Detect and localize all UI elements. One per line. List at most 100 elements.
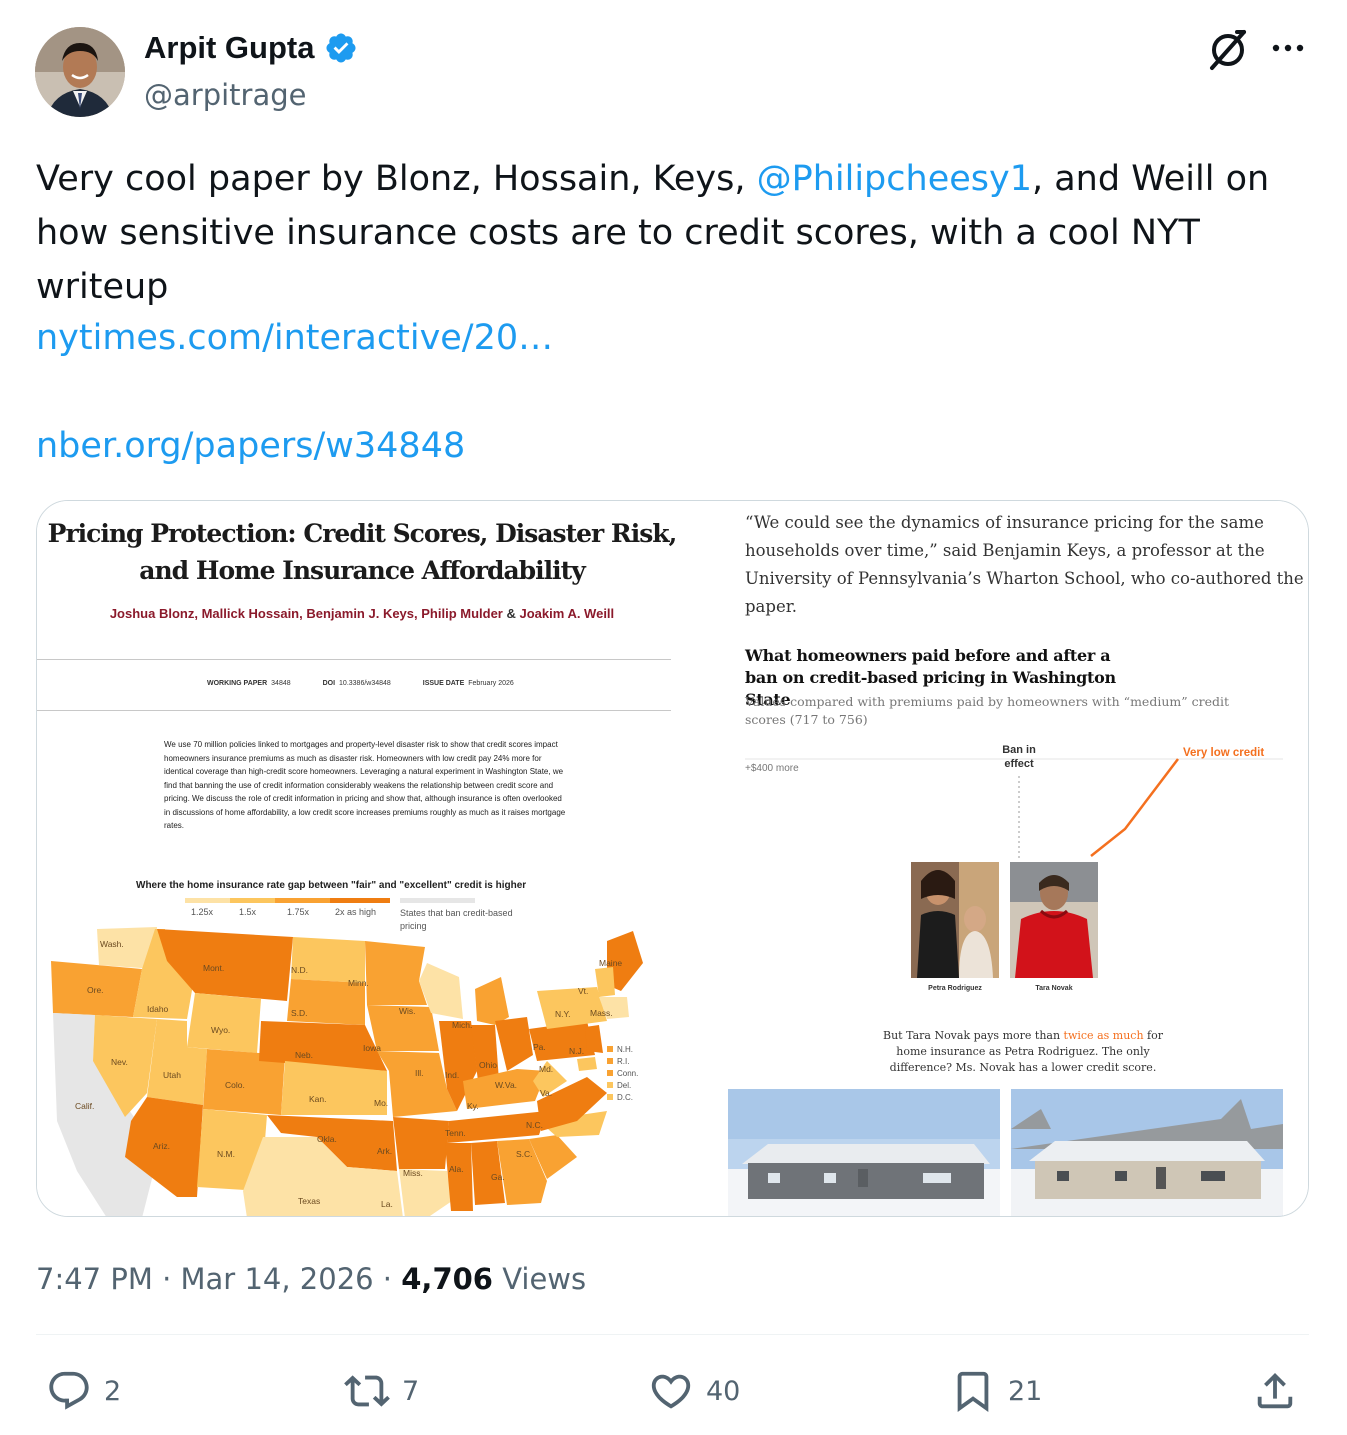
- legend-label: 2x as high: [335, 907, 377, 917]
- share-icon: [1257, 1372, 1293, 1409]
- state-label: Md.: [539, 1064, 553, 1074]
- state-label: N.M.: [217, 1149, 235, 1159]
- legend-label: 1.75x: [287, 907, 310, 917]
- ne-labels: N.H. R.I. Conn. Del. D.C.: [617, 1045, 638, 1102]
- tweet-text: Very cool paper by Blonz, Hossain, Keys,…: [36, 152, 1316, 314]
- paper-author: Joshua Blonz: [109, 606, 195, 621]
- tweet-timestamp[interactable]: 7:47 PM · Mar 14, 2026 · 4,706 Views: [36, 1262, 586, 1296]
- ne-state-swatch: [607, 1070, 613, 1076]
- state-label: Pa.: [533, 1042, 546, 1052]
- divider: [37, 659, 671, 660]
- divider: [37, 710, 671, 711]
- paper-image[interactable]: Pricing Protection: Credit Scores, Disas…: [37, 501, 722, 1216]
- state-label: Ala.: [449, 1164, 464, 1174]
- y-label: +$400 more: [745, 763, 799, 774]
- map-title: Where the home insurance rate gap betwee…: [136, 880, 527, 891]
- premium-chart: +$400 more Ban in effect Very low credit: [745, 744, 1283, 978]
- state-label: W.Va.: [495, 1080, 517, 1090]
- author-handle[interactable]: @arpitrage: [144, 78, 306, 112]
- author-name[interactable]: Arpit Gupta: [144, 30, 315, 66]
- paper-author: Mallick Hossain: [201, 606, 300, 621]
- map-state: [291, 937, 365, 983]
- state-label: Tenn.: [445, 1128, 466, 1138]
- state-label: Utah: [163, 1070, 181, 1080]
- house-photo-tara: [1011, 1089, 1283, 1216]
- photo-name: Tara Novak: [1035, 985, 1073, 992]
- bookmark-button[interactable]: 21: [950, 1366, 1042, 1416]
- media-card[interactable]: Pricing Protection: Credit Scores, Disas…: [36, 500, 1309, 1217]
- state-label: La.: [381, 1199, 393, 1209]
- state-label: Wyo.: [211, 1025, 230, 1035]
- state-label: Ill.: [415, 1068, 424, 1078]
- ne-state-swatch: [607, 1046, 613, 1052]
- tweet-text-start: Very cool paper by Blonz, Hossain, Keys,: [36, 159, 757, 199]
- paper-author: Benjamin J. Keys: [306, 606, 415, 621]
- bookmark-count: 21: [1008, 1375, 1043, 1407]
- state-label: Wash.: [100, 939, 124, 949]
- nber-link[interactable]: nber.org/papers/w34848: [36, 426, 465, 466]
- like-button[interactable]: 40: [648, 1366, 740, 1416]
- ne-state-swatch: [607, 1094, 613, 1100]
- nyt-article-image[interactable]: “We could see the dynamics of insurance …: [723, 501, 1308, 1216]
- ne-label: Del.: [617, 1081, 631, 1090]
- more-options-icon[interactable]: [1268, 28, 1308, 68]
- repost-icon: [344, 1375, 390, 1407]
- ban-label: effect: [1004, 758, 1034, 770]
- like-count: 40: [706, 1375, 741, 1407]
- legend-swatch: [330, 898, 390, 903]
- paper-title: Pricing Protection: Credit Scores, Disas…: [47, 519, 678, 585]
- state-label: Ind.: [445, 1070, 459, 1080]
- state-label: Miss.: [403, 1168, 423, 1178]
- reply-button[interactable]: 2: [46, 1366, 121, 1416]
- state-label: Neb.: [295, 1050, 313, 1060]
- state-label: Nev.: [111, 1057, 128, 1067]
- verified-badge-icon: [325, 33, 356, 63]
- state-label: Mass.: [590, 1008, 613, 1018]
- state-label: Ariz.: [153, 1141, 170, 1151]
- state-label: Kan.: [309, 1094, 327, 1104]
- map-state: [495, 1017, 533, 1071]
- divider: [36, 1334, 1309, 1335]
- state-label: Calif.: [75, 1101, 94, 1111]
- state-label: N.J.: [569, 1046, 584, 1056]
- map-state: [585, 1025, 603, 1053]
- legend-swatch: [275, 898, 330, 903]
- ban-label: Ban in: [1002, 744, 1036, 756]
- paper-abstract: We use 70 million policies linked to mor…: [164, 740, 566, 830]
- us-choropleth-map: N.H. R.I. Conn. Del. D.C. Wash. Ore. Cal…: [51, 927, 643, 1216]
- state-label: Ga.: [491, 1172, 505, 1182]
- paper-author: Joakim A. Weill: [519, 606, 615, 621]
- photo-name: Petra Rodriguez: [928, 985, 982, 992]
- reply-count: 2: [104, 1375, 122, 1407]
- state-label: Va.: [540, 1088, 552, 1098]
- ne-label: R.I.: [617, 1057, 629, 1066]
- state-label: Minn.: [348, 978, 369, 988]
- map-state: [475, 977, 509, 1025]
- state-label: Vt.: [578, 986, 588, 996]
- bookmark-icon: [957, 1371, 989, 1412]
- share-button[interactable]: [1252, 1366, 1298, 1416]
- legend-label: 1.25x: [191, 907, 214, 917]
- photo-petra: [911, 862, 999, 978]
- state-label: N.D.: [291, 965, 308, 975]
- state-label: Texas: [298, 1196, 320, 1206]
- avatar[interactable]: [35, 27, 125, 117]
- state-label: S.C.: [516, 1149, 533, 1159]
- repost-button[interactable]: 7: [344, 1366, 419, 1416]
- repost-count: 7: [402, 1375, 420, 1407]
- ne-label: D.C.: [617, 1093, 633, 1102]
- house-photo-petra: [728, 1089, 1000, 1216]
- state-label: S.D.: [291, 1008, 308, 1018]
- state-label: N.Y.: [555, 1009, 570, 1019]
- state-label: Iowa: [363, 1043, 381, 1053]
- mention-link[interactable]: @Philipcheesy1: [757, 159, 1032, 199]
- state-label: Maine: [599, 958, 622, 968]
- ne-label: N.H.: [617, 1045, 633, 1054]
- series-line-very-low-credit: [1090, 758, 1179, 857]
- legend-swatch: [230, 898, 275, 903]
- legend-swatch: [185, 898, 230, 903]
- views-count: 4,706: [401, 1262, 493, 1296]
- state-label: Ky.: [467, 1101, 479, 1111]
- nytimes-link[interactable]: nytimes.com/interactive/20…: [36, 318, 553, 358]
- grok-icon[interactable]: [1206, 28, 1250, 72]
